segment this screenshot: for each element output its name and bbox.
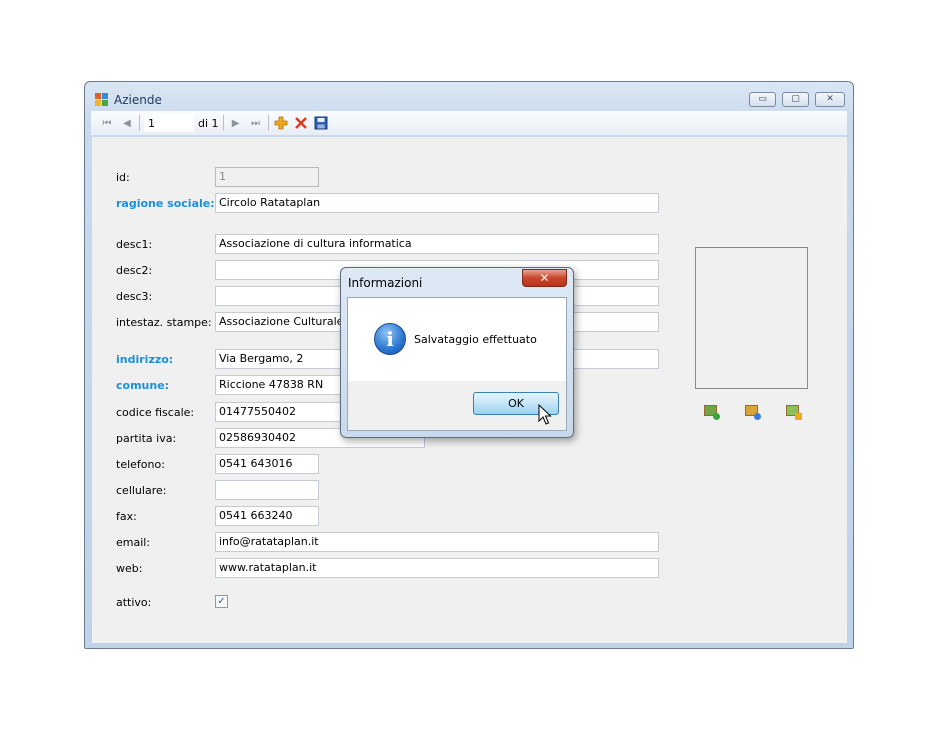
telefono-field[interactable]: 0541 643016 xyxy=(215,454,319,474)
field-label: id: xyxy=(116,171,130,184)
toolbar-separator xyxy=(267,115,269,131)
field-label: web: xyxy=(116,562,143,575)
window-title: Aziende xyxy=(114,93,162,107)
save-icon[interactable] xyxy=(313,115,329,131)
add-image-icon[interactable] xyxy=(703,403,720,420)
edit-image-icon[interactable] xyxy=(785,403,802,420)
add-new-icon[interactable] xyxy=(273,115,289,131)
binding-navigator: ⏮ ◀ di 1 ▶ ⏭ xyxy=(91,111,847,135)
field-label: ragione sociale: xyxy=(116,197,215,210)
field-label: attivo: xyxy=(116,596,152,609)
replace-image-icon[interactable] xyxy=(744,403,761,420)
fax-field[interactable]: 0541 663240 xyxy=(215,506,319,526)
ragione-sociale-field[interactable]: Circolo Ratataplan xyxy=(215,193,659,213)
dialog-body: i Salvataggio effettuato xyxy=(347,297,567,382)
field-label: desc2: xyxy=(116,264,153,277)
field-label: desc1: xyxy=(116,238,153,251)
window-titlebar: Aziende xyxy=(95,91,162,109)
id-field: 1 xyxy=(215,167,319,187)
email-field[interactable]: info@ratataplan.it xyxy=(215,532,659,552)
desc1-field[interactable]: Associazione di cultura informatica xyxy=(215,234,659,254)
move-last-icon[interactable]: ⏭ xyxy=(248,115,264,131)
maximize-button[interactable]: ▢ xyxy=(782,92,809,107)
field-label: email: xyxy=(116,536,151,549)
delete-icon[interactable] xyxy=(293,115,309,131)
field-label: indirizzo: xyxy=(116,353,174,366)
minimize-button[interactable]: ▭ xyxy=(749,92,776,107)
field-label: fax: xyxy=(116,510,137,523)
field-label: codice fiscale: xyxy=(116,406,195,419)
info-icon: i xyxy=(374,323,406,355)
cellulare-field[interactable] xyxy=(215,480,319,500)
toolbar-separator xyxy=(139,115,140,131)
mouse-cursor-icon xyxy=(538,404,552,425)
close-window-button[interactable]: ✕ xyxy=(815,92,845,107)
toolbar-separator xyxy=(222,115,224,131)
position-input[interactable] xyxy=(144,114,194,132)
count-label: di 1 xyxy=(198,116,219,130)
attivo-checkbox[interactable]: ✓ xyxy=(215,595,228,608)
info-dialog: Informazioni ✕ i Salvataggio effettuato … xyxy=(340,267,574,438)
field-label: desc3: xyxy=(116,290,153,303)
move-first-icon[interactable]: ⏮ xyxy=(99,115,115,131)
field-label: cellulare: xyxy=(116,484,167,497)
dialog-close-button[interactable]: ✕ xyxy=(522,269,567,287)
move-previous-icon[interactable]: ◀ xyxy=(119,115,135,131)
field-label: intestaz. stampe: xyxy=(116,316,212,329)
field-label: comune: xyxy=(116,379,170,392)
app-icon xyxy=(95,93,109,107)
dialog-message: Salvataggio effettuato xyxy=(414,333,537,346)
field-label: telefono: xyxy=(116,458,165,471)
web-field[interactable]: www.ratataplan.it xyxy=(215,558,659,578)
move-next-icon[interactable]: ▶ xyxy=(228,115,244,131)
dialog-footer: OK xyxy=(347,381,567,431)
logo-picture-box[interactable] xyxy=(695,247,808,389)
dialog-title: Informazioni xyxy=(348,276,423,290)
field-label: partita iva: xyxy=(116,432,177,445)
